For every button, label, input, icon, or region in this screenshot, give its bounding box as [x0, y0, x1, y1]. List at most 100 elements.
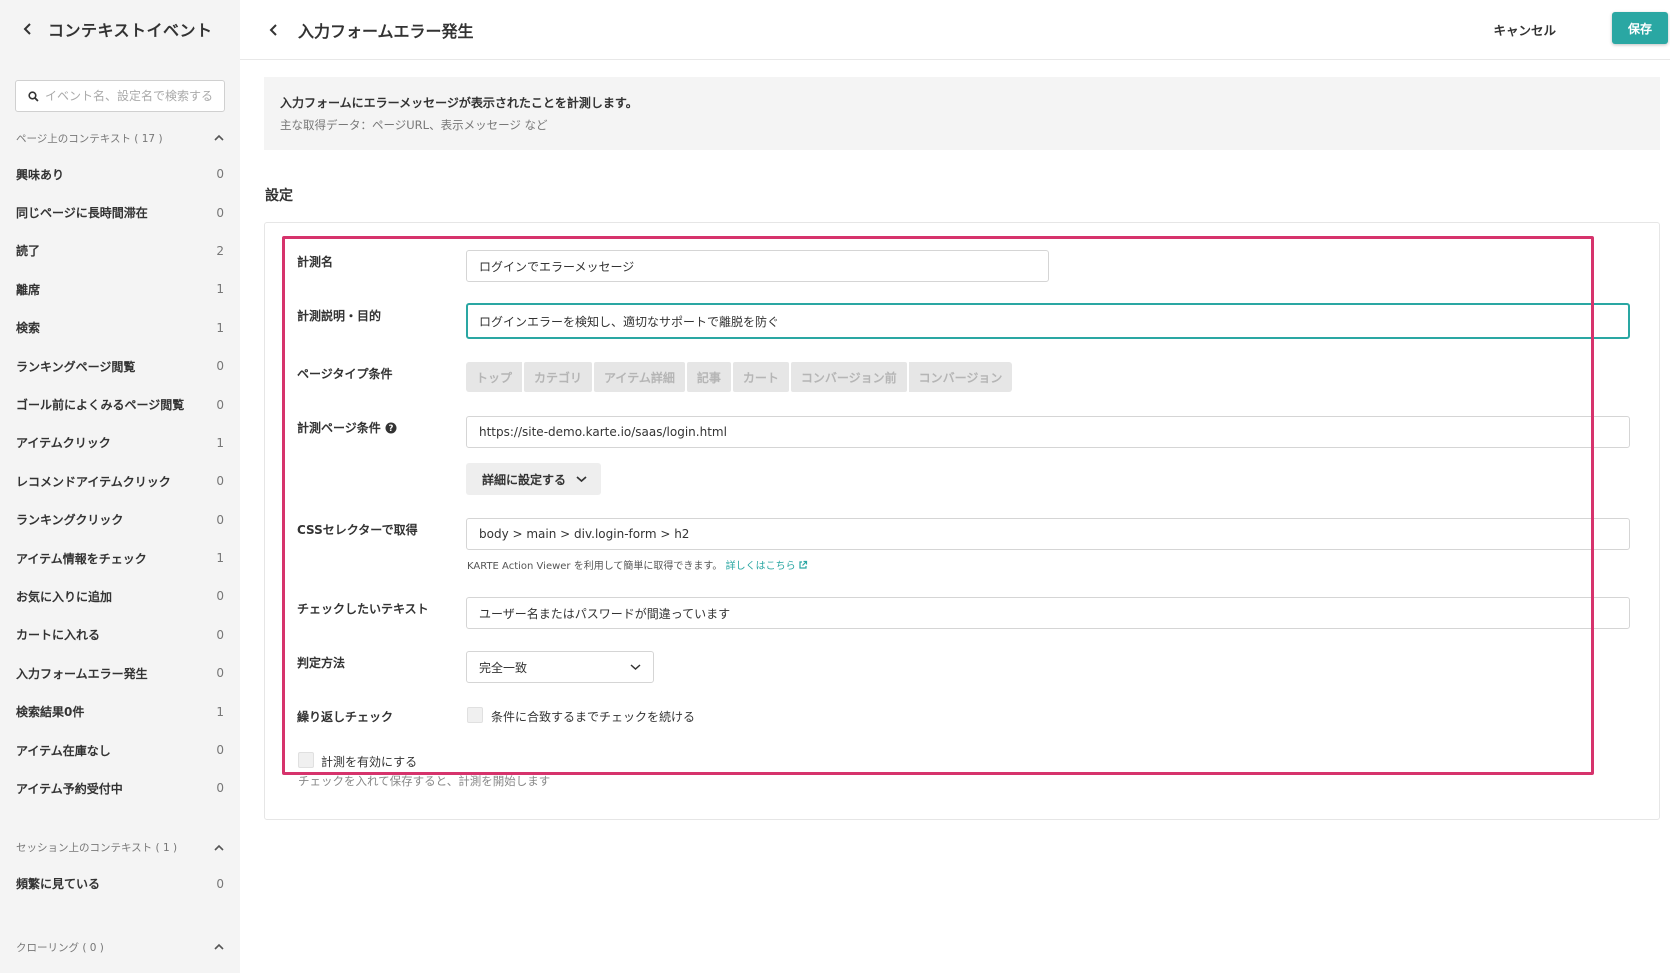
- sidebar-item[interactable]: 検索 1: [0, 309, 240, 347]
- sidebar-item[interactable]: 入力フォームエラー発生 0: [0, 654, 240, 692]
- help-icon[interactable]: ?: [385, 422, 397, 434]
- sidebar-item-count: 0: [216, 359, 224, 374]
- page-type-chip[interactable]: トップ: [466, 362, 523, 392]
- sidebar: コンテキストイベント ページ上のコンテキスト ( 17 ) 興味あり0同じページ…: [0, 0, 240, 973]
- page-type-chips: トップ カテゴリ アイテム詳細 記事 カート コンバージョン前 コンバージョン: [466, 362, 1013, 392]
- page-type-chip[interactable]: カート: [732, 362, 789, 392]
- check-text-input[interactable]: [466, 597, 1630, 629]
- section-label: ページ上のコンテキスト ( 17 ): [16, 132, 163, 145]
- page-type-chip[interactable]: コンバージョン前: [790, 362, 907, 392]
- judge-select[interactable]: 完全一致: [466, 651, 654, 683]
- description-sub: 主な取得データ：ページURL、表示メッセージ など: [280, 118, 548, 132]
- sidebar-item-count: 0: [216, 474, 224, 489]
- chevron-up-icon: [214, 844, 224, 851]
- page-condition-label-text: 計測ページ条件: [297, 421, 381, 435]
- sidebar-item[interactable]: ゴール前によくみるページ閲覧 0: [0, 385, 240, 423]
- sidebar-item-count: 0: [216, 743, 224, 758]
- chevron-down-icon: [576, 476, 587, 483]
- sidebar-item[interactable]: カートに入れる 0: [0, 616, 240, 654]
- sidebar-item-label: 同じページに長時間滞在: [16, 206, 148, 221]
- sidebar-item[interactable]: アイテム予約受付中 0: [0, 769, 240, 807]
- chevron-down-icon: [630, 664, 641, 671]
- sidebar-item[interactable]: 同じページに長時間滞在 0: [0, 193, 240, 231]
- sidebar-back-button[interactable]: [18, 19, 38, 39]
- sidebar-item-count: 0: [216, 666, 224, 681]
- css-hint: KARTE Action Viewer を利用して簡単に取得できます。 詳しくは…: [467, 557, 808, 572]
- settings-title: 設定: [265, 188, 293, 204]
- external-link-icon: [799, 560, 807, 569]
- enable-checkbox-label: 計測を有効にする: [321, 755, 418, 769]
- page-type-chip[interactable]: アイテム詳細: [594, 362, 685, 392]
- sidebar-item-count: 0: [216, 589, 224, 604]
- sidebar-item-count: 0: [216, 397, 224, 412]
- css-hint-link[interactable]: 詳しくはこちら: [726, 560, 808, 572]
- sidebar-item[interactable]: ランキングクリック 0: [0, 501, 240, 539]
- sidebar-item-label: 離席: [16, 282, 41, 297]
- chevron-up-icon: [214, 134, 224, 141]
- chevron-left-icon: [269, 23, 277, 36]
- sidebar-item[interactable]: レコメンドアイテムクリック 0: [0, 462, 240, 500]
- page-condition-label: 計測ページ条件?: [297, 419, 397, 436]
- sidebar-item-label: アイテムクリック: [16, 436, 111, 451]
- sidebar-item-count: 1: [216, 320, 224, 335]
- sidebar-item[interactable]: 頻繁に見ている 0: [0, 865, 240, 903]
- event-search-input[interactable]: [44, 89, 224, 103]
- sidebar-item[interactable]: お気に入りに追加 0: [0, 577, 240, 615]
- page-type-label: ページタイプ条件: [297, 367, 393, 381]
- sidebar-item-count: 1: [216, 282, 224, 297]
- back-button[interactable]: [264, 20, 284, 40]
- sidebar-item[interactable]: アイテム情報をチェック 1: [0, 539, 240, 577]
- save-button[interactable]: 保存: [1612, 12, 1668, 44]
- sidebar-item-count: 1: [216, 435, 224, 450]
- chevron-left-icon: [23, 23, 31, 35]
- section-label: セッション上のコンテキスト ( 1 ): [16, 842, 178, 855]
- page-type-chip[interactable]: 記事: [686, 362, 731, 392]
- css-selector-input[interactable]: [466, 518, 1630, 550]
- section-label: クローリング ( 0 ): [16, 941, 104, 954]
- name-label: 計測名: [297, 255, 334, 269]
- detail-settings-button[interactable]: 詳細に設定する: [466, 463, 602, 495]
- section-crawling[interactable]: クローリング ( 0 ): [0, 933, 240, 961]
- purpose-input[interactable]: [466, 303, 1630, 339]
- cancel-button[interactable]: キャンセル: [1493, 17, 1556, 41]
- css-hint-text: KARTE Action Viewer を利用して簡単に取得できます。: [467, 561, 723, 572]
- page-type-chip[interactable]: カテゴリ: [524, 362, 593, 392]
- sidebar-item-count: 0: [216, 205, 224, 220]
- repeat-checkbox[interactable]: [467, 707, 483, 723]
- sidebar-title: コンテキストイベント: [48, 21, 213, 40]
- name-input[interactable]: [466, 250, 1049, 282]
- event-description: 入力フォームにエラーメッセージが表示されたことを計測します。 主な取得データ：ペ…: [264, 77, 1660, 150]
- judge-label: 判定方法: [297, 656, 346, 670]
- repeat-label: 繰り返しチェック: [297, 710, 394, 724]
- sidebar-header: コンテキストイベント: [0, 0, 240, 58]
- sidebar-item[interactable]: 離席 1: [0, 270, 240, 308]
- sidebar-item-label: ランキングページ閲覧: [16, 359, 136, 374]
- sidebar-item-label: アイテム情報をチェック: [16, 551, 147, 566]
- event-search[interactable]: [15, 80, 225, 112]
- sidebar-item[interactable]: 検索結果0件 1: [0, 692, 240, 730]
- sidebar-item-count: 0: [216, 876, 224, 891]
- section-session-context[interactable]: セッション上のコンテキスト ( 1 ): [0, 834, 240, 862]
- sidebar-item-label: レコメンドアイテムクリック: [16, 474, 171, 489]
- page-title: 入力フォームエラー発生: [298, 21, 474, 41]
- sidebar-item[interactable]: アイテム在庫なし 0: [0, 731, 240, 769]
- page-type-chip[interactable]: コンバージョン: [908, 362, 1013, 392]
- sidebar-item[interactable]: 興味あり 0: [0, 155, 240, 193]
- enable-checkbox[interactable]: [298, 752, 314, 768]
- judge-select-value: 完全一致: [479, 660, 528, 675]
- sidebar-item-count: 0: [216, 512, 224, 527]
- check-text-label: チェックしたいテキスト: [297, 602, 429, 616]
- sidebar-item-label: 読了: [16, 244, 41, 259]
- page-condition-input[interactable]: [466, 416, 1630, 448]
- sidebar-item-count: 1: [216, 704, 224, 719]
- sidebar-item[interactable]: アイテムクリック 1: [0, 424, 240, 462]
- svg-text:?: ?: [388, 424, 393, 434]
- sidebar-item[interactable]: 読了 2: [0, 232, 240, 270]
- enable-hint: チェックを入れて保存すると、計測を開始します: [298, 774, 551, 788]
- sidebar-item-count: 2: [216, 243, 224, 258]
- section-page-context[interactable]: ページ上のコンテキスト ( 17 ): [0, 124, 240, 152]
- purpose-label: 計測説明・目的: [297, 309, 382, 323]
- sidebar-item[interactable]: ランキングページ閲覧 0: [0, 347, 240, 385]
- sidebar-item-count: 1: [216, 551, 224, 566]
- sidebar-item-label: カートに入れる: [16, 628, 101, 643]
